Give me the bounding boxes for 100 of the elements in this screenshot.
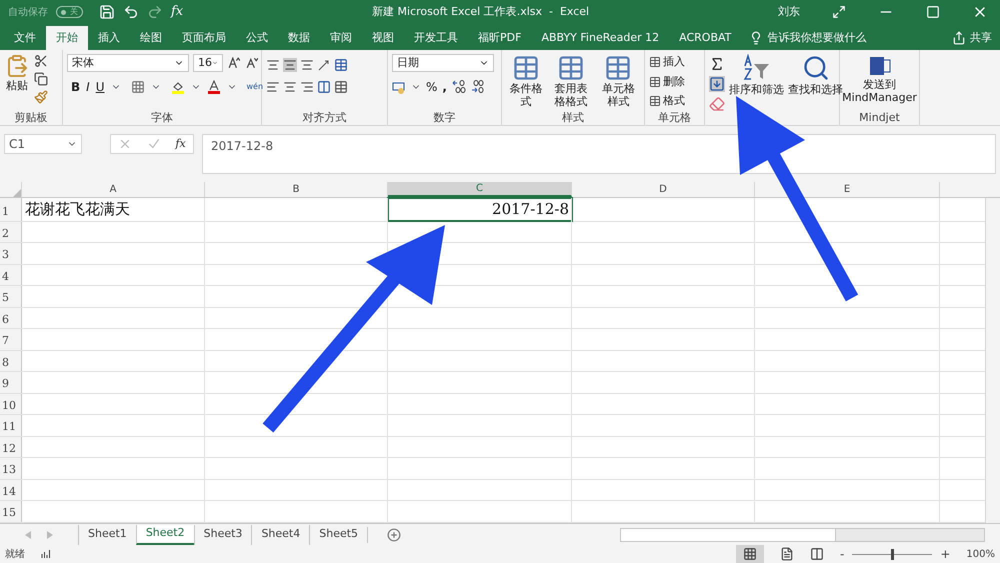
style-button[interactable]: 条件格式 [506, 82, 546, 108]
orientation-icon[interactable] [317, 58, 331, 72]
ribbon-tab[interactable]: 视图 [362, 26, 404, 50]
column-header[interactable]: C [388, 182, 572, 197]
copy-icon[interactable] [34, 72, 48, 86]
row-header[interactable]: 10 [0, 394, 22, 414]
maximize-icon[interactable] [926, 5, 940, 19]
ribbon-tab[interactable]: 审阅 [320, 26, 362, 50]
phonetic-button[interactable]: wén [246, 81, 264, 93]
borders-icon[interactable] [130, 80, 144, 94]
check-icon[interactable] [146, 137, 161, 151]
search-icon[interactable] [802, 54, 830, 82]
increase-decimal-icon[interactable] [452, 80, 466, 94]
italic-button[interactable]: I [86, 78, 90, 96]
page-break-icon[interactable] [810, 547, 824, 561]
align-right-icon[interactable] [300, 80, 314, 94]
cells-button[interactable]: 格式 [663, 93, 685, 110]
ribbon-tab[interactable]: 开发工具 [404, 26, 468, 50]
align-center-icon[interactable] [283, 80, 297, 94]
horizontal-scrollbar[interactable] [620, 528, 985, 542]
fill-color-icon[interactable] [170, 80, 184, 94]
cells-icon[interactable] [649, 95, 661, 108]
ribbon-tab[interactable]: 文件 [4, 26, 46, 50]
normal-view-icon[interactable] [736, 545, 764, 563]
paste-button[interactable]: 粘贴 [6, 78, 28, 94]
mindmanager-icon[interactable] [868, 54, 892, 78]
font-name-field[interactable]: 宋体 [67, 54, 189, 72]
zoom-percent[interactable]: 100% [966, 546, 995, 562]
cells-button[interactable]: 删除 [663, 74, 685, 90]
send-mindmanager-button[interactable]: 发送到 MindManager [842, 78, 917, 104]
indent-icon[interactable] [317, 80, 331, 94]
sheet-tab[interactable]: Sheet2 [136, 524, 194, 544]
zoom-out-button[interactable]: - [840, 545, 844, 563]
share-icon[interactable] [952, 31, 966, 45]
align-left-icon[interactable] [266, 80, 280, 94]
row-header[interactable]: 3 [0, 243, 22, 264]
decrease-decimal-icon[interactable] [470, 80, 485, 94]
align-bottom-icon[interactable] [300, 58, 314, 72]
cut-icon[interactable] [34, 54, 48, 68]
table-style-icon[interactable] [512, 54, 540, 82]
table-cell[interactable]: 花谢花飞花满天 [22, 198, 205, 220]
zoom-slider[interactable] [852, 548, 932, 560]
row-header[interactable]: 8 [0, 350, 22, 372]
row-header[interactable]: 7 [0, 329, 22, 350]
row-header[interactable]: 6 [0, 308, 22, 328]
font-size-field[interactable]: 16 [193, 54, 223, 72]
insert-function-button[interactable]: fx [175, 136, 186, 152]
row-header[interactable]: 12 [0, 436, 22, 458]
table-cell[interactable]: 2017-12-8 [388, 198, 572, 220]
number-format-field[interactable]: 日期 [392, 54, 494, 72]
ribbon-tab[interactable]: ABBYY FineReader 12 [531, 26, 670, 50]
align-middle-icon[interactable] [283, 58, 297, 72]
ribbon-tab[interactable]: 页面布局 [172, 26, 236, 50]
row-header[interactable]: 15 [0, 501, 22, 522]
row-header[interactable]: 1 [0, 198, 22, 220]
page-layout-icon[interactable] [780, 547, 794, 561]
function-glyph[interactable]: fx [171, 2, 184, 22]
row-header[interactable]: 14 [0, 480, 22, 500]
cells-icon[interactable] [649, 76, 661, 88]
ribbon-tab[interactable]: 绘图 [130, 26, 172, 50]
ribbon-tab[interactable]: 公式 [236, 26, 278, 50]
find-select-button[interactable]: 查找和选择 [788, 82, 843, 98]
cells-icon[interactable] [649, 56, 661, 68]
user-name[interactable]: 刘东 [778, 4, 800, 20]
merge-icon[interactable] [334, 80, 348, 94]
ribbon-tab[interactable]: ACROBAT [669, 26, 742, 50]
row-header[interactable]: 5 [0, 286, 22, 307]
column-header[interactable]: D [572, 182, 755, 197]
table-style-icon[interactable] [557, 54, 586, 82]
style-button[interactable]: 套用表格格式 [550, 82, 593, 108]
add-sheet-icon[interactable] [387, 528, 402, 542]
eraser-icon[interactable] [709, 96, 725, 112]
sort-filter-button[interactable]: 排序和筛选 [729, 82, 784, 98]
comma-button[interactable]: , [442, 78, 447, 96]
percent-button[interactable]: % [426, 78, 438, 96]
row-header[interactable]: 2 [0, 222, 22, 242]
zoom-in-button[interactable]: + [940, 545, 950, 563]
bold-button[interactable]: B [71, 78, 80, 96]
undo-icon[interactable] [123, 4, 139, 20]
align-top-icon[interactable] [266, 58, 280, 72]
ribbon-tab[interactable]: 插入 [88, 26, 130, 50]
row-header[interactable]: 4 [0, 264, 22, 286]
table-style-icon[interactable] [604, 54, 632, 82]
underline-button[interactable]: U [96, 78, 104, 96]
row-header[interactable]: 11 [0, 415, 22, 436]
save-icon[interactable] [99, 4, 115, 20]
shrink-font-icon[interactable] [245, 56, 259, 70]
wrap-text-icon[interactable] [334, 58, 348, 72]
column-header[interactable]: A [22, 182, 205, 197]
font-color-icon[interactable] [206, 80, 220, 94]
column-header[interactable]: E [755, 182, 940, 197]
ribbon-tab[interactable]: 数据 [278, 26, 320, 50]
share-button[interactable]: 共享 [970, 30, 992, 46]
row-header[interactable]: 9 [0, 372, 22, 393]
tell-me-field[interactable]: 告诉我你想要做什么 [767, 30, 866, 46]
cells-button[interactable]: 插入 [663, 54, 685, 70]
sort-filter-icon[interactable] [742, 54, 770, 82]
row-header[interactable]: 13 [0, 458, 22, 479]
formula-field[interactable]: 2017-12-8 [202, 134, 996, 174]
style-button[interactable]: 单元格样式 [596, 82, 640, 108]
